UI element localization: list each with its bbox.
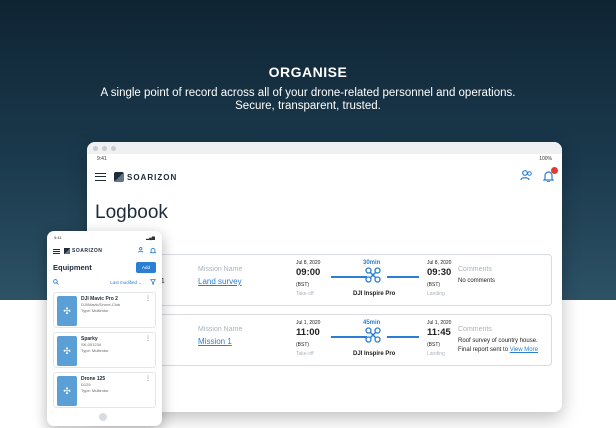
sort-label: Last modified bbox=[110, 279, 137, 285]
equipment-type: Type: Multirotor bbox=[81, 388, 109, 393]
bell-icon[interactable] bbox=[149, 247, 157, 256]
phone-status-bar: 9:41 ▂▄▆ bbox=[47, 231, 162, 244]
add-button[interactable]: Add bbox=[135, 262, 156, 273]
landing-timezone: (BST) bbox=[427, 342, 441, 348]
equipment-type: Type: Multirotor bbox=[81, 348, 109, 353]
mission-name-label: Mission Name bbox=[198, 326, 243, 333]
mission-name-label: Mission Name bbox=[198, 266, 243, 273]
menu-icon[interactable] bbox=[95, 173, 106, 181]
comments-text: No comments bbox=[458, 278, 496, 284]
filter-icon[interactable] bbox=[149, 279, 157, 286]
bell-icon[interactable] bbox=[542, 166, 558, 185]
window-dot bbox=[102, 145, 107, 151]
drone-icon: ✣ bbox=[57, 376, 77, 406]
filter-row: Last modified ⌄ bbox=[47, 277, 162, 288]
phone-title-row: Equipment Add bbox=[47, 258, 162, 277]
takeoff-timezone: (BST) bbox=[296, 282, 310, 288]
users-icon[interactable] bbox=[520, 170, 533, 184]
status-bar: 9:41 100% bbox=[87, 154, 562, 164]
timeline-line bbox=[331, 276, 367, 278]
window-dot bbox=[111, 145, 116, 151]
more-options-icon[interactable]: ⋮ bbox=[145, 375, 151, 382]
landing-timezone: (BST) bbox=[427, 282, 441, 288]
status-time: 9:41 bbox=[97, 156, 107, 162]
signal-icon: ▂▄▆ bbox=[146, 235, 155, 240]
brand-name: SOARIZON bbox=[72, 248, 103, 254]
takeoff-timezone: (BST) bbox=[296, 342, 310, 348]
equipment-title: Equipment bbox=[53, 263, 92, 272]
logbook-entry[interactable]: t 1 Mission Name Land survey Jul 8, 2020… bbox=[152, 254, 552, 306]
page-title: Logbook bbox=[95, 202, 168, 223]
equipment-card[interactable]: ✣ Sparky SK-001234 Type: Multirotor ⋮ bbox=[53, 332, 156, 368]
more-options-icon[interactable]: ⋮ bbox=[145, 335, 151, 342]
comments-text: Roof survey of country house. Final repo… bbox=[458, 337, 550, 355]
landing-time: 09:30 bbox=[427, 267, 452, 278]
takeoff-time: 11:00 bbox=[296, 327, 320, 338]
landing-label: Landing bbox=[427, 351, 445, 357]
users-icon[interactable] bbox=[138, 246, 145, 256]
comments-label: Comments bbox=[458, 326, 492, 333]
takeoff-label: Take-off bbox=[296, 291, 314, 297]
timeline-line bbox=[387, 336, 419, 338]
drone-icon: ✣ bbox=[57, 296, 77, 326]
menu-icon[interactable] bbox=[53, 248, 60, 254]
mission-name-link[interactable]: Mission 1 bbox=[198, 337, 232, 346]
window-dot bbox=[93, 145, 98, 151]
window-controls bbox=[87, 142, 562, 154]
drone-name: DJI Inspire Pro bbox=[353, 291, 396, 297]
landing-time: 11:45 bbox=[427, 327, 451, 338]
view-more-link[interactable]: View More bbox=[510, 347, 538, 353]
hero-title: ORGANISE bbox=[268, 64, 348, 80]
brand-logo[interactable]: SOARIZON bbox=[64, 248, 102, 254]
timeline-line bbox=[387, 276, 419, 278]
drone-name: DJI Inspire Pro bbox=[353, 351, 396, 357]
app-header: SOARIZON bbox=[87, 164, 562, 190]
equipment-card[interactable]: ✣ DJI Mavic Pro 2 DJI/Mavic/Drone-Club T… bbox=[53, 292, 156, 328]
home-button[interactable] bbox=[99, 413, 107, 421]
mission-name-link[interactable]: Land survey bbox=[198, 277, 242, 286]
brand-logo[interactable]: SOARIZON bbox=[114, 172, 177, 182]
comments-label: Comments bbox=[458, 266, 492, 273]
search-icon[interactable] bbox=[53, 279, 59, 286]
takeoff-time: 09:00 bbox=[296, 267, 321, 278]
drone-icon bbox=[365, 267, 381, 286]
hero-subtitle: A single point of record across all of y… bbox=[100, 87, 516, 112]
phone-mockup: 9:41 ▂▄▆ SOARIZON Equipment Add Last mod… bbox=[47, 231, 162, 426]
brand-name: SOARIZON bbox=[127, 172, 178, 182]
takeoff-label: Take-off bbox=[296, 351, 314, 357]
timeline-line bbox=[331, 336, 367, 338]
phone-status-time: 9:41 bbox=[54, 235, 62, 240]
sort-dropdown[interactable]: Last modified ⌄ bbox=[110, 280, 142, 286]
logo-mark-icon bbox=[114, 172, 124, 182]
landing-label: Landing bbox=[427, 291, 445, 297]
status-battery: 100% bbox=[539, 156, 552, 162]
equipment-type: Type: Multirotor bbox=[81, 308, 109, 313]
drone-icon bbox=[365, 327, 381, 346]
equipment-card[interactable]: ✣ Drone 125 D125 Type: Multirotor ⋮ bbox=[53, 372, 156, 408]
notification-badge bbox=[551, 166, 558, 174]
logbook-entry[interactable]: Mission Name Mission 1 Jul 1, 2020 11:00… bbox=[152, 314, 552, 366]
drone-icon: ✣ bbox=[57, 336, 77, 366]
phone-header: SOARIZON bbox=[47, 244, 162, 258]
chevron-down-icon: ⌄ bbox=[138, 279, 142, 285]
logo-mark-icon bbox=[64, 248, 70, 254]
more-options-icon[interactable]: ⋮ bbox=[145, 295, 151, 302]
